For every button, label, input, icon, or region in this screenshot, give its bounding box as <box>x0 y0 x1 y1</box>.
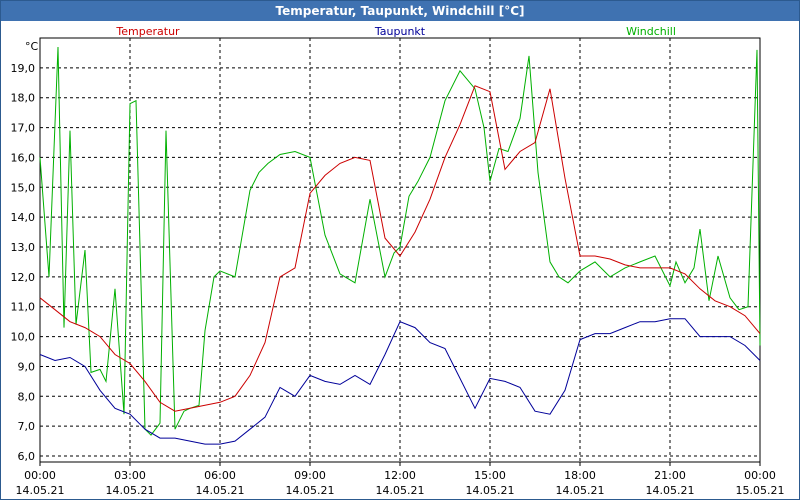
x-tick-date: 14.05.21 <box>376 484 425 497</box>
y-axis-ticks: 6,0 7,0 8,0 9,0 10,0 11,0 12,0 13,0 14,0 15,0 16,0… <box>11 62 36 463</box>
x-tick-time: 18:00 <box>564 469 596 482</box>
x-tick-time: 00:00 <box>744 469 776 482</box>
y-tick-label: 11,0 <box>11 301 36 314</box>
x-tick-date: 15.05.21 <box>736 484 785 497</box>
x-tick-time: 15:00 <box>474 469 506 482</box>
x-tick-date: 14.05.21 <box>16 484 65 497</box>
x-tick-date: 14.05.21 <box>466 484 515 497</box>
legend-temperatur: Temperatur <box>115 25 180 38</box>
y-tick-label: 14,0 <box>11 211 36 224</box>
x-tick-date: 14.05.21 <box>646 484 695 497</box>
y-tick-label: 19,0 <box>11 62 36 75</box>
x-tick-time: 21:00 <box>654 469 686 482</box>
y-tick-label: 16,0 <box>11 151 36 164</box>
y-tick-label: 9,0 <box>18 360 36 373</box>
line-chart: 6,0 7,0 8,0 9,0 10,0 11,0 12,0 13,0 14,0 15,0 16,0… <box>11 25 785 497</box>
y-tick-label: 17,0 <box>11 122 36 135</box>
x-tick-time: 09:00 <box>294 469 326 482</box>
x-tick-date: 14.05.21 <box>556 484 605 497</box>
x-tick-time: 06:00 <box>204 469 236 482</box>
y-axis-unit-label: °C <box>25 40 39 53</box>
x-tick-time: 00:00 <box>24 469 56 482</box>
legend-taupunkt: Taupunkt <box>374 25 426 38</box>
y-tick-label: 15,0 <box>11 181 36 194</box>
legend-windchill: Windchill <box>626 25 676 38</box>
x-tick-time: 12:00 <box>384 469 416 482</box>
x-tick-date: 14.05.21 <box>196 484 245 497</box>
y-tick-label: 18,0 <box>11 92 36 105</box>
x-tick-date: 14.05.21 <box>106 484 155 497</box>
y-tick-label: 13,0 <box>11 241 36 254</box>
y-tick-label: 8,0 <box>18 390 36 403</box>
y-tick-label: 6,0 <box>18 450 36 463</box>
x-tick-date: 14.05.21 <box>286 484 335 497</box>
x-axis-ticks: 00:00 14.05.21 03:00 14.05.21 06:00 14.05.21 0… <box>16 462 785 497</box>
y-tick-label: 7,0 <box>18 420 36 433</box>
x-tick-time: 03:00 <box>114 469 146 482</box>
y-tick-label: 12,0 <box>11 271 36 284</box>
y-tick-label: 10,0 <box>11 331 36 344</box>
